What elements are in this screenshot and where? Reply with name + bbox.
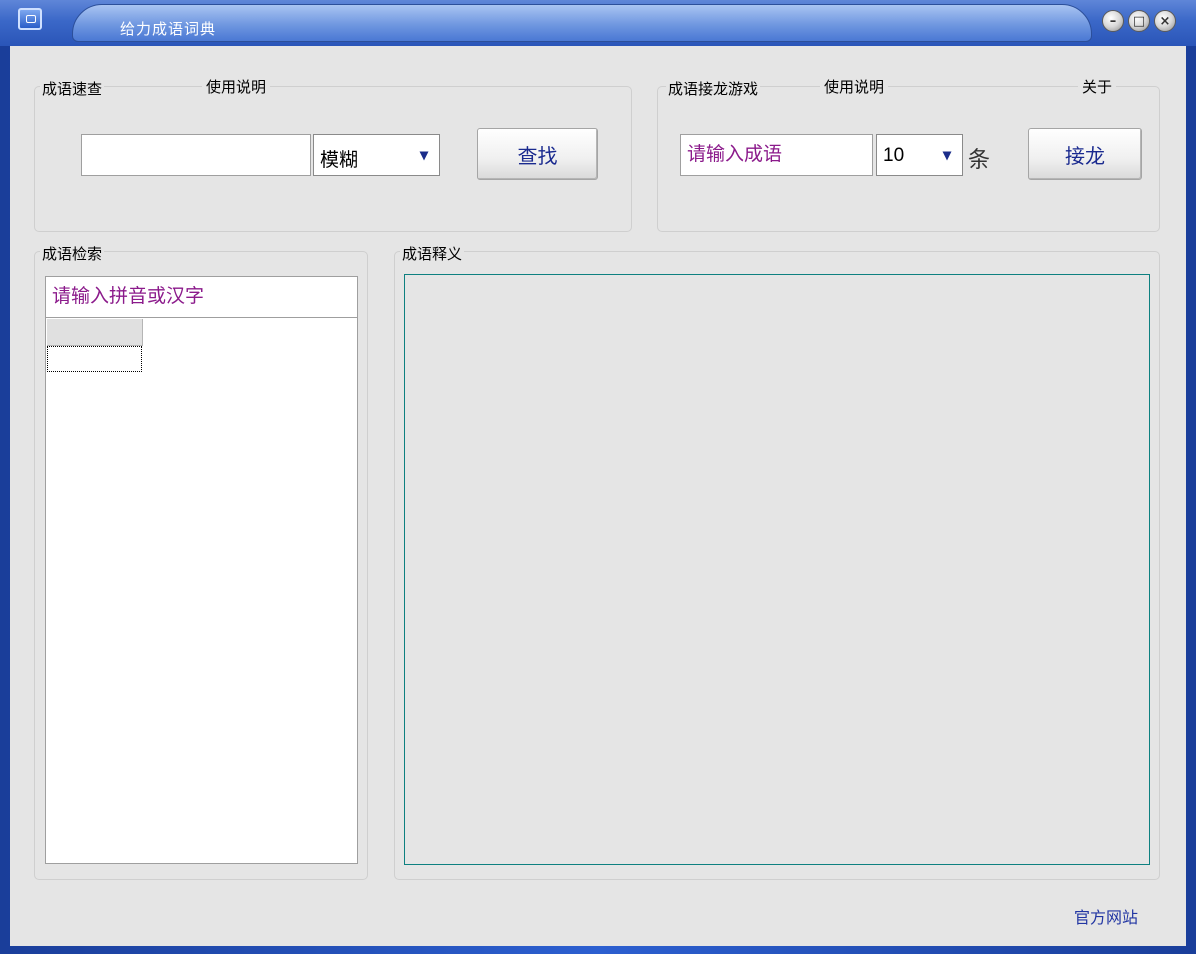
search-button[interactable]: 查找 [477,128,598,180]
solitaire-play-button[interactable]: 接龙 [1028,128,1142,180]
definition-text-area[interactable] [404,274,1150,865]
chevron-down-icon[interactable]: ▾ [411,138,437,172]
client-area: 成语速查 使用说明 模糊 ▾ 查找 成语接龙游戏 使用说明 关于 10 ▾ 条 … [10,46,1186,946]
count-select[interactable]: 10 ▾ [876,134,963,176]
window-title: 给力成语词典 [120,21,217,38]
quick-search-label: 成语速查 [40,78,105,99]
close-button[interactable]: × [1154,10,1176,32]
count-unit-label: 条 [968,148,991,173]
count-value: 10 [883,145,905,166]
official-site-link[interactable]: 官方网站 [1074,904,1138,928]
list-column-header[interactable] [47,319,143,346]
quick-search-help-link[interactable]: 使用说明 [202,76,271,97]
title-tab [72,4,1092,42]
definition-label: 成语释义 [400,243,465,264]
solitaire-idiom-input[interactable] [680,134,873,176]
solitaire-label: 成语接龙游戏 [666,78,761,99]
app-icon[interactable] [18,8,42,30]
quick-search-input[interactable] [81,134,311,176]
idiom-search-label: 成语检索 [40,243,105,264]
chevron-down-icon[interactable]: ▾ [934,138,960,172]
close-icon: × [1159,13,1171,29]
list-item-selected[interactable] [47,346,142,372]
idiom-result-list[interactable] [45,317,358,864]
solitaire-help-link[interactable]: 使用说明 [820,76,889,97]
title-bar[interactable]: 给力成语词典 – □ × [0,0,1196,46]
idiom-search-input[interactable] [45,276,358,318]
maximize-icon: □ [1132,13,1146,29]
about-link[interactable]: 关于 [1078,76,1117,97]
minimize-icon: – [1109,13,1117,29]
match-mode-select[interactable]: 模糊 ▾ [313,134,440,176]
match-mode-value: 模糊 [320,150,359,171]
minimize-button[interactable]: – [1102,10,1124,32]
maximize-button[interactable]: □ [1128,10,1150,32]
app-window: 给力成语词典 – □ × 成语速查 使用说明 模糊 ▾ 查找 成语接龙游戏 使用… [0,0,1196,954]
